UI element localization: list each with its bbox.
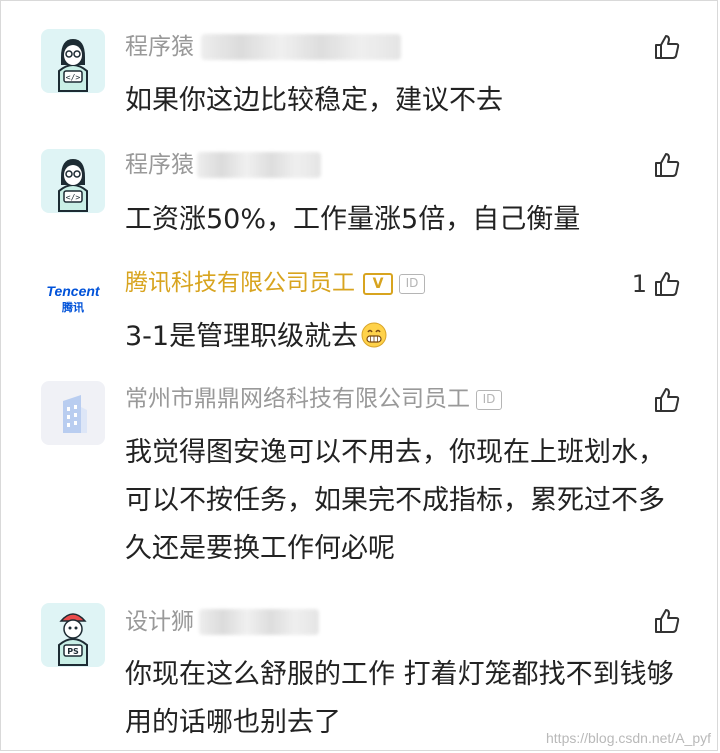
redacted-author-suffix xyxy=(201,34,401,60)
like-button[interactable] xyxy=(647,149,681,181)
code-symbol: </> xyxy=(66,73,81,82)
author-name[interactable]: 腾讯科技有限公司员工 V ID xyxy=(125,268,425,298)
avatar[interactable]: PS xyxy=(41,603,105,667)
like-button[interactable] xyxy=(647,384,681,416)
author-name-text: 常州市鼎鼎网络科技有限公司员工 xyxy=(125,386,470,412)
id-badge: ID xyxy=(399,273,425,294)
avatar[interactable] xyxy=(41,381,105,445)
thumbs-up-icon xyxy=(655,153,680,177)
ps-label: PS xyxy=(67,647,79,656)
comment-text-body: 3-1是管理职级就去 xyxy=(125,321,359,352)
thumbs-up-icon xyxy=(655,388,680,412)
grinning-emoji-icon xyxy=(361,322,387,348)
redacted-author-suffix xyxy=(199,609,319,635)
watermark: https://blog.csdn.net/A_pyf xyxy=(546,730,711,746)
author-name[interactable]: 设计狮 xyxy=(125,607,194,637)
thumbs-up-icon xyxy=(655,35,680,59)
thumbs-up-icon xyxy=(655,609,680,633)
comment-text: 我觉得图安逸可以不用去，你现在上班划水，可以不按任务，如果完不成指标，累死过不多… xyxy=(125,437,665,564)
comment-item: </> 程序猿 如果你这边比较稳定，建议不去 xyxy=(1,1,719,131)
like-count: 1 xyxy=(631,270,647,298)
avatar[interactable]: </> xyxy=(41,149,105,213)
avatar[interactable]: </> xyxy=(41,29,105,93)
author-name[interactable]: 程序猿 xyxy=(125,32,194,62)
comment-item: </> 程序猿 工资涨50%，工作量涨5倍，自己衡量 xyxy=(1,131,719,251)
comment-item: 常州市鼎鼎网络科技有限公司员工 ID 我觉得图安逸可以不用去，你现在上班划水，可以… xyxy=(1,371,719,589)
tencent-logo-en: Tencent xyxy=(46,283,100,299)
comment-item: Tencent 腾讯 腾讯科技有限公司员工 V ID 1 3-1是管理职级就去 xyxy=(1,251,719,371)
comment-item: PS 设计狮 你现在这么舒服的工作 打着灯笼都找不到钱够用的话哪也别去了 htt… xyxy=(1,589,719,752)
id-badge: ID xyxy=(476,389,502,410)
comment-text: 如果你这边比较稳定，建议不去 xyxy=(125,85,503,116)
comment-list: </> 程序猿 如果你这边比较稳定，建议不去 </> 程序猿 工资涨50%，工作… xyxy=(0,0,718,751)
thumbs-up-icon xyxy=(655,272,680,296)
verified-badge: V xyxy=(363,272,393,295)
like-button[interactable] xyxy=(647,605,681,637)
comment-text: 3-1是管理职级就去 xyxy=(125,313,685,361)
author-name-text: 腾讯科技有限公司员工 xyxy=(125,270,355,296)
code-symbol: </> xyxy=(66,193,81,202)
tencent-logo[interactable]: Tencent 腾讯 xyxy=(41,267,105,331)
redacted-author-suffix xyxy=(197,152,321,178)
author-name[interactable]: 程序猿 xyxy=(125,150,194,180)
comment-text: 工资涨50%，工作量涨5倍，自己衡量 xyxy=(125,204,581,235)
like-button[interactable]: 1 xyxy=(632,268,681,300)
like-button[interactable] xyxy=(647,31,681,63)
tencent-logo-cn: 腾讯 xyxy=(62,300,84,314)
author-name[interactable]: 常州市鼎鼎网络科技有限公司员工 ID xyxy=(125,384,502,414)
